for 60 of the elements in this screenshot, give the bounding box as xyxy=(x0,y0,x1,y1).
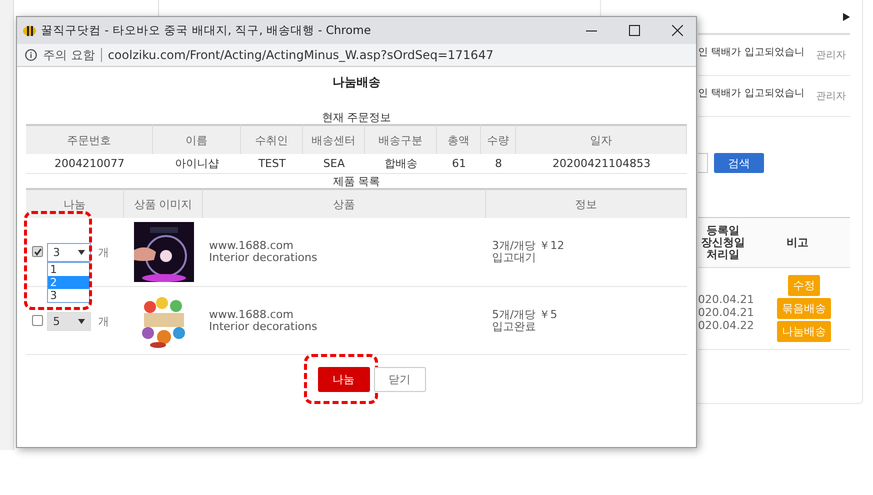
bee-icon xyxy=(23,26,36,36)
quantity-price-text: 5개/개당 ￥5 xyxy=(492,308,558,320)
column-header: 등록일 xyxy=(706,224,740,236)
status-text: 입고대기 xyxy=(492,252,537,264)
date-text: 020.04.21 xyxy=(698,306,755,319)
product-site: www.1688.com xyxy=(209,240,294,252)
column-header: 나눔 xyxy=(26,188,124,218)
table-cell: 61 xyxy=(437,154,481,174)
maximize-icon xyxy=(628,25,640,36)
search-field[interactable] xyxy=(698,153,708,173)
table-cell: 8 xyxy=(481,154,516,174)
unit-label: 개 xyxy=(98,314,109,329)
author-text: 관리자 xyxy=(816,49,846,62)
column-header: 상품 이미지 xyxy=(124,188,203,218)
column-header: 일자 xyxy=(516,124,687,154)
column-header: 정보 xyxy=(486,188,687,218)
close-button[interactable]: 닫기 xyxy=(374,367,426,392)
column-header: 수취인 xyxy=(241,124,303,154)
quantity-price-text: 3개/개당 ￥12 xyxy=(492,240,564,252)
checkbox[interactable] xyxy=(32,246,43,257)
security-label: 주의 요함 xyxy=(43,46,95,64)
date-text: 020.04.21 xyxy=(698,293,755,306)
table-cell: 20200421104853 xyxy=(516,154,687,174)
column-header: 처리일 xyxy=(706,248,740,260)
column-header: 배송구분 xyxy=(365,124,437,154)
window-title: 꿀직구닷컴 - 타오바오 중국 배대지, 직구, 배송대행 - Chrome xyxy=(41,23,372,38)
column-header: 주문번호 xyxy=(26,124,153,154)
section-caption: 현재 주문정보 xyxy=(320,112,392,124)
table-cell: SEA xyxy=(303,154,365,174)
product-site: www.1688.com xyxy=(209,308,294,320)
close-icon xyxy=(672,25,682,36)
url-text[interactable]: coolziku.com/Front/Acting/ActingMinus_W.asp?sOrdSeq=171647 xyxy=(108,48,494,62)
column-header: 총액 xyxy=(437,124,481,154)
column-header: 상품 xyxy=(203,188,486,218)
table-cell: 아이니샵 xyxy=(153,154,241,174)
unit-label: 개 xyxy=(98,245,109,260)
column-header: 수량 xyxy=(481,124,516,154)
info-icon[interactable] xyxy=(25,49,37,61)
caret-icon xyxy=(78,319,85,324)
product-name: Interior decorations xyxy=(209,252,318,264)
page-heading: 나눔배송 xyxy=(332,74,382,91)
split-button[interactable]: 나눔 xyxy=(318,367,370,392)
status-text: 입고완료 xyxy=(492,320,537,332)
search-button[interactable]: 검색 xyxy=(714,153,764,173)
column-header: 이름 xyxy=(153,124,241,154)
caret-icon xyxy=(78,250,85,255)
column-header: 장신청일 xyxy=(701,236,745,248)
column-header: 배송센터 xyxy=(303,124,365,154)
table-cell: 2004210077 xyxy=(26,154,153,174)
product-name: Interior decorations xyxy=(209,320,318,332)
notice-title[interactable]: 인 택배가 입고되었습니 xyxy=(698,86,804,100)
quantity-select[interactable]: 3 xyxy=(47,243,91,262)
section-caption: 제품 목록 xyxy=(332,176,382,188)
table-cell: 합배송 xyxy=(365,154,437,174)
date-text: 020.04.22 xyxy=(698,319,755,332)
play-icon xyxy=(843,12,850,20)
column-header: 비고 xyxy=(786,236,808,248)
table-cell: TEST xyxy=(241,154,303,174)
author-text: 관리자 xyxy=(816,90,846,103)
notice-title[interactable]: 인 택배가 입고되었습니 xyxy=(698,45,804,59)
